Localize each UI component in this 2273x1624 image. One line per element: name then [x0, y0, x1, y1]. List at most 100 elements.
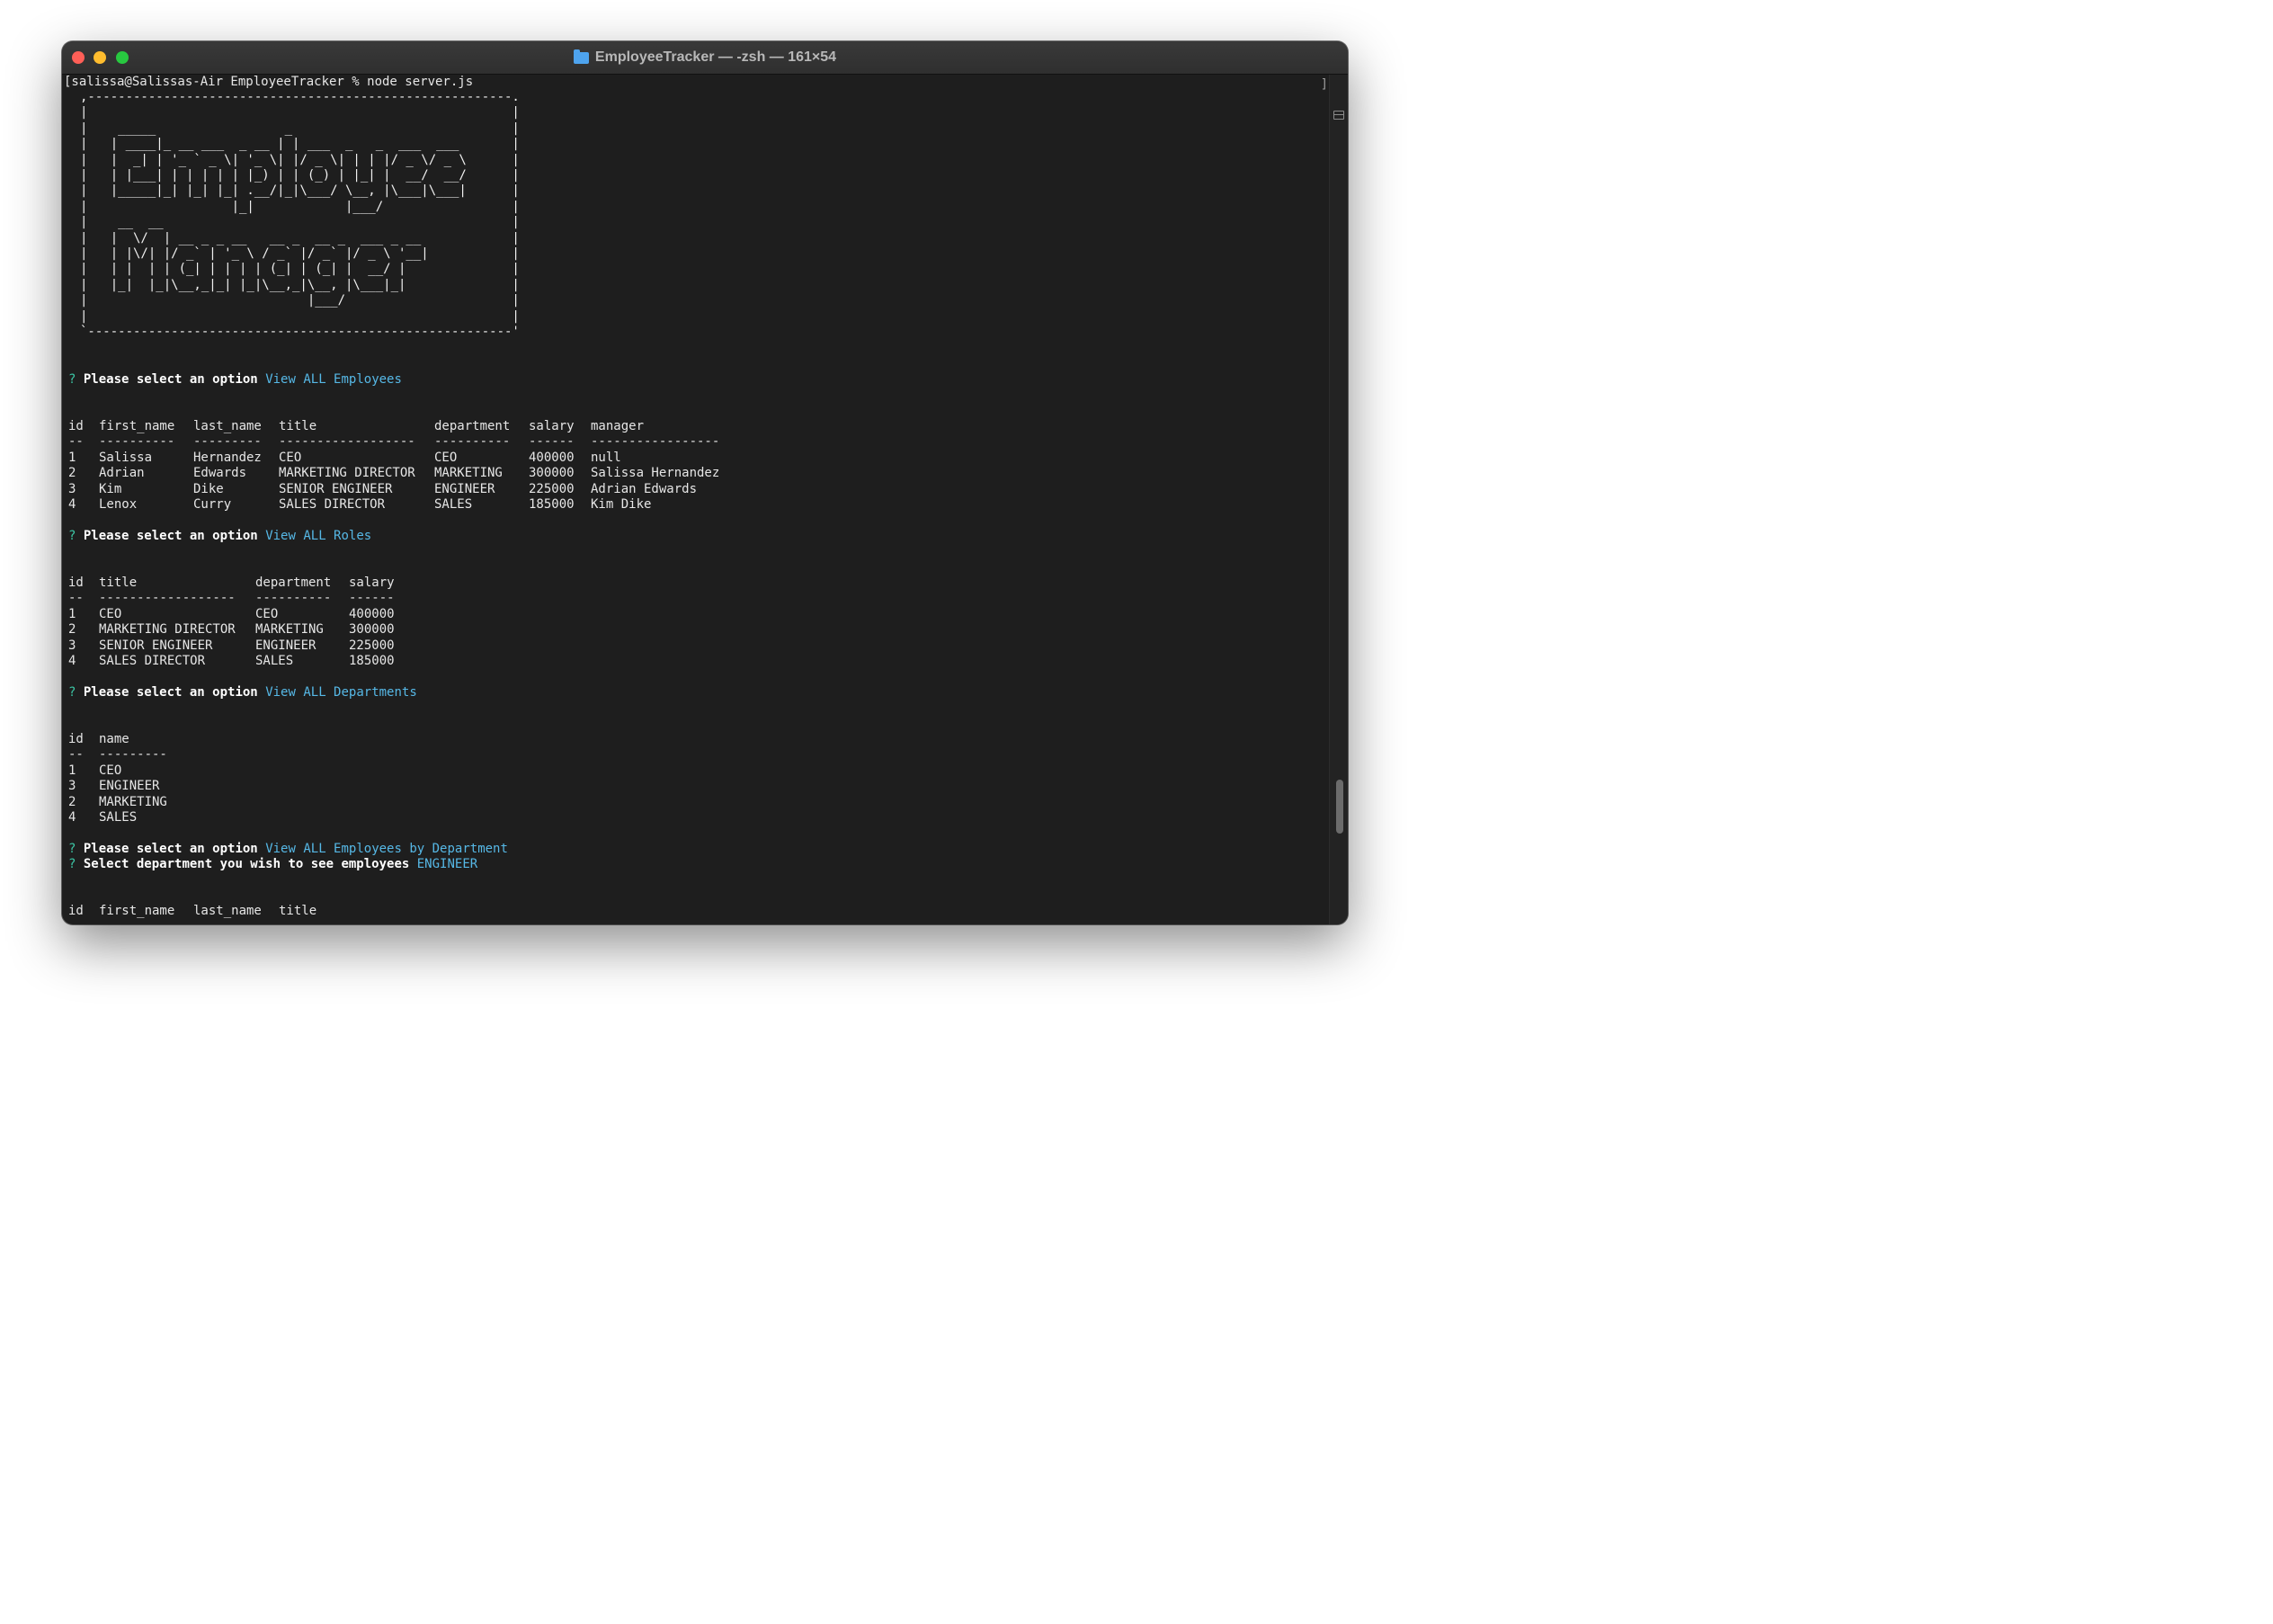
table-row: 1 CEO — [68, 763, 129, 779]
cell: 2 — [68, 622, 76, 638]
col-header: department — [255, 576, 332, 590]
prompt-answer: View ALL Departments — [265, 685, 417, 700]
cell: SALES — [434, 496, 473, 512]
cell: SALES — [99, 809, 138, 825]
col-header: title — [279, 904, 317, 918]
col-header: department — [434, 419, 511, 433]
cell: Hernandez — [193, 450, 262, 465]
ascii-banner: ,---------------------------------------… — [80, 90, 520, 340]
cell: 3 — [68, 638, 76, 653]
prompt-answer: View ALL Employees by Department — [265, 842, 508, 856]
table-separator: -- ---------- --------- ----------------… — [68, 434, 719, 450]
cell: ENGINEER — [99, 779, 160, 794]
cell: Adrian — [99, 466, 145, 481]
table-row: 1 CEO CEO 400000 — [68, 606, 395, 622]
col-header: first_name — [99, 904, 175, 918]
table-header: id name — [68, 732, 129, 747]
cell: SALES DIRECTOR — [99, 653, 206, 668]
cell: 1 — [68, 606, 76, 621]
folder-icon — [573, 49, 589, 64]
scrollbar-thumb[interactable] — [1336, 780, 1343, 834]
window-title: EmployeeTracker — -zsh — 161×54 — [594, 49, 837, 65]
cell: 3 — [68, 779, 76, 794]
title-bar[interactable]: EmployeeTracker — -zsh — 161×54 — [62, 41, 1348, 75]
cell: 225000 — [349, 638, 395, 653]
separator: -- — [68, 747, 84, 763]
cell: SENIOR ENGINEER — [99, 638, 213, 653]
separator: --------- — [193, 434, 262, 450]
separator: ------ — [529, 434, 575, 450]
cell: 2 — [68, 794, 76, 809]
right-bracket-marker: ] — [1320, 77, 1328, 92]
col-header: id — [68, 732, 84, 746]
prompt-answer: View ALL Employees — [265, 372, 402, 387]
prompt-label: Please select an option — [83, 685, 258, 700]
col-header: title — [99, 576, 138, 590]
cell: 3 — [68, 481, 76, 496]
prompt-line: ? Please select an option View ALL Emplo… — [68, 842, 508, 857]
prompt-mark: ? — [68, 529, 76, 543]
prompt-line: ? Please select an option View ALL Depar… — [68, 685, 417, 700]
roles-table: id title department salary -- ----------… — [68, 576, 395, 669]
separator: ---------- — [99, 434, 175, 450]
prompt-label: Please select an option — [83, 842, 258, 856]
command-line: [salissa@Salissas-Air EmployeeTracker % … — [64, 75, 474, 89]
col-header: manager — [591, 419, 645, 433]
prompt-mark: ? — [68, 372, 76, 387]
prompt-line: ? Please select an option View ALL Emplo… — [68, 372, 402, 388]
cell: Lenox — [99, 496, 138, 512]
cell: 4 — [68, 809, 76, 825]
col-header: name — [99, 732, 129, 746]
cell: Edwards — [193, 466, 247, 481]
prompt-line: ? Select department you wish to see empl… — [68, 857, 477, 872]
terminal-window: EmployeeTracker — -zsh — 161×54 [salissa… — [62, 41, 1348, 924]
cell: MARKETING DIRECTOR — [279, 466, 415, 481]
prompt-mark: ? — [68, 842, 76, 856]
table-row: 2 MARKETING DIRECTOR MARKETING 300000 — [68, 622, 395, 638]
col-header: last_name — [193, 904, 262, 918]
cell: ENGINEER — [434, 481, 495, 496]
col-header: first_name — [99, 419, 175, 433]
table-header: id first_name last_name title — [68, 904, 316, 919]
col-header: id — [68, 904, 84, 918]
split-pane-icon[interactable] — [1333, 111, 1344, 120]
prompt-answer: ENGINEER — [416, 857, 478, 871]
col-header: id — [68, 419, 84, 433]
prompt-answer: View ALL Roles — [265, 529, 372, 543]
cell: MARKETING — [99, 794, 167, 809]
cell: Salissa Hernandez — [591, 466, 720, 481]
table-row: 3 Kim Dike SENIOR ENGINEER ENGINEER 2250… — [68, 481, 697, 497]
separator: ------------------ — [279, 434, 415, 450]
separator: ------ — [349, 591, 395, 606]
cell: MARKETING — [434, 466, 503, 481]
table-row: 4 SALES DIRECTOR SALES 185000 — [68, 654, 395, 669]
department-prompt-label: Select department you wish to see employ… — [83, 857, 410, 871]
col-header: title — [279, 419, 317, 433]
cell: MARKETING — [255, 622, 324, 638]
separator: -- — [68, 591, 84, 606]
table-header: id first_name last_name title department… — [68, 419, 644, 434]
cell: CEO — [279, 450, 302, 465]
cell: ENGINEER — [255, 638, 316, 653]
cell: null — [591, 450, 621, 465]
table-row: 3 SENIOR ENGINEER ENGINEER 225000 — [68, 638, 395, 654]
cell: SALES DIRECTOR — [279, 496, 386, 512]
table-separator: -- --------- — [68, 747, 167, 763]
cell: CEO — [434, 450, 458, 465]
separator: -- — [68, 434, 84, 450]
separator: ------------------ — [99, 591, 236, 606]
prompt-label: Please select an option — [83, 372, 258, 387]
cell: 2 — [68, 466, 76, 481]
cell: CEO — [255, 606, 279, 621]
terminal-output[interactable]: [salissa@Salissas-Air EmployeeTracker % … — [62, 75, 1330, 924]
window-title-area: EmployeeTracker — -zsh — 161×54 — [62, 41, 1348, 74]
cell: CEO — [99, 606, 122, 621]
cell: Dike — [193, 481, 224, 496]
table-separator: -- ------------------ ---------- ------ — [68, 591, 395, 606]
departments-table: id name -- --------- 1 CEO 3 ENGINEER 2 … — [68, 732, 167, 825]
table-row: 4 Lenox Curry SALES DIRECTOR SALES 18500… — [68, 497, 651, 513]
department-employees-table: id first_name last_name title — [68, 904, 316, 919]
cell: 225000 — [529, 481, 575, 496]
cell: 400000 — [349, 606, 395, 621]
separator: ---------- — [434, 434, 511, 450]
